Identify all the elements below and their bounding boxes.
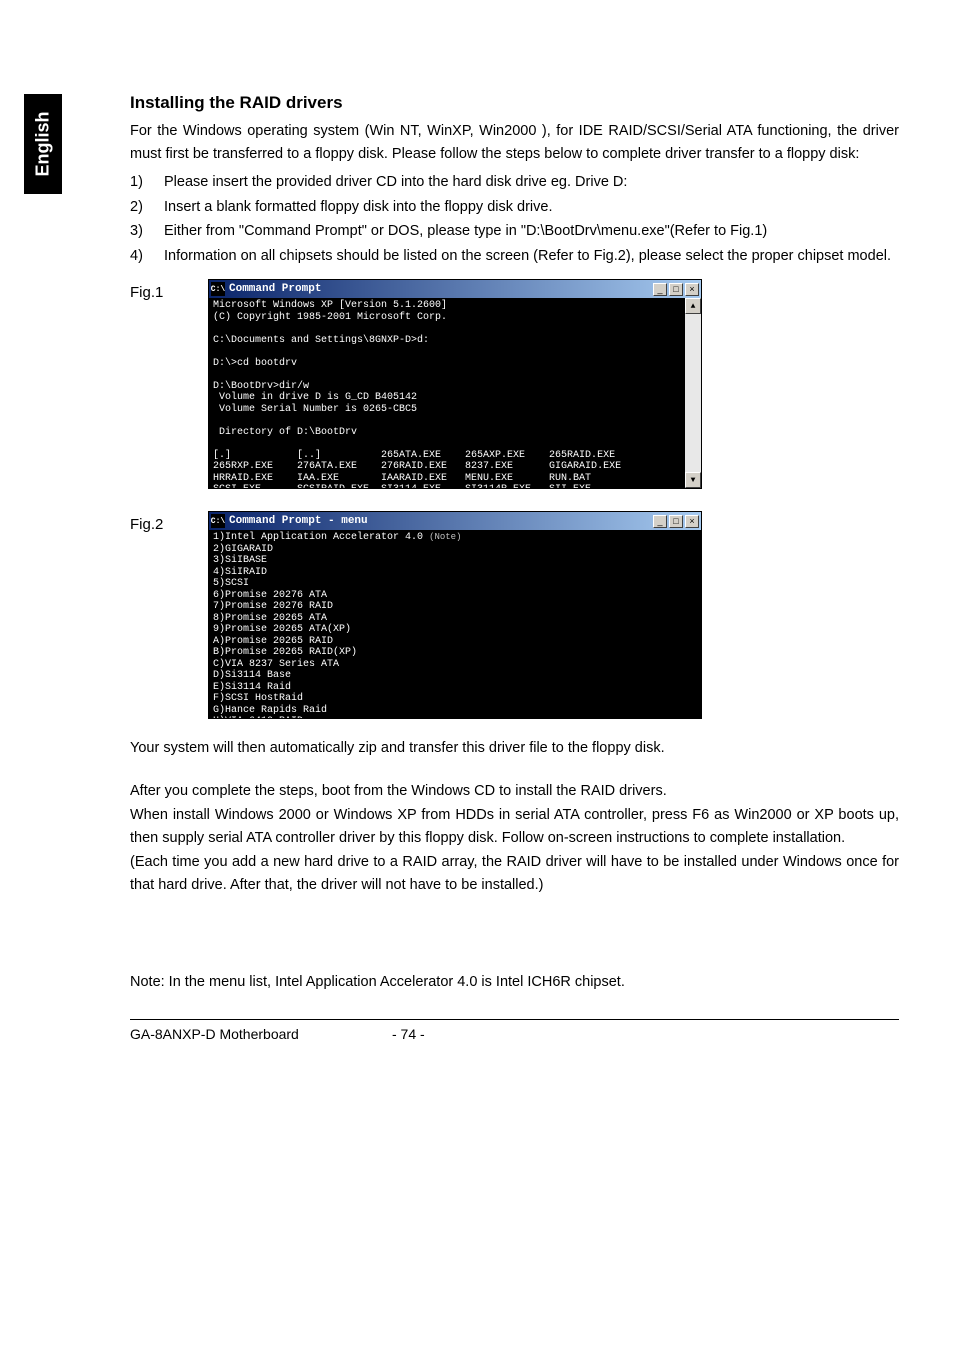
- figure-1-row: Fig.1 C:\ Command Prompt _ □ × Microsoft…: [130, 279, 899, 489]
- step-number: 4): [130, 245, 164, 267]
- figure-1-label: Fig.1: [130, 279, 208, 304]
- titlebar: C:\ Command Prompt - menu _ □ ×: [209, 512, 701, 530]
- scroll-up-button[interactable]: ▲: [685, 298, 701, 314]
- close-button[interactable]: ×: [685, 283, 699, 296]
- window-icon: C:\: [211, 514, 225, 528]
- language-tab: English: [24, 94, 62, 194]
- step-text: Information on all chipsets should be li…: [164, 245, 899, 267]
- list-item: 4) Information on all chipsets should be…: [130, 245, 899, 267]
- menu-rest: 2)GIGARAID 3)SiIBASE 4)SiIRAID 5)SCSI 6)…: [213, 544, 357, 719]
- step-number: 1): [130, 171, 164, 193]
- step-text: Either from "Command Prompt" or DOS, ple…: [164, 220, 899, 242]
- footer-page-number: - 74 -: [392, 1024, 425, 1046]
- minimize-button[interactable]: _: [653, 515, 667, 528]
- language-label: English: [29, 111, 57, 176]
- window-title: Command Prompt: [229, 283, 653, 296]
- scroll-down-button[interactable]: ▼: [685, 472, 701, 488]
- maximize-button[interactable]: □: [669, 283, 683, 296]
- intro-paragraph: For the Windows operating system (Win NT…: [130, 120, 899, 165]
- step-text: Please insert the provided driver CD int…: [164, 171, 899, 193]
- minimize-button[interactable]: _: [653, 283, 667, 296]
- page-root: English Installing the RAID drivers For …: [0, 0, 954, 1352]
- step-number: 2): [130, 196, 164, 218]
- footer-model: GA-8ANXP-D Motherboard: [130, 1024, 392, 1046]
- after-p2: After you complete the steps, boot from …: [130, 780, 899, 802]
- command-prompt-window-1: C:\ Command Prompt _ □ × Microsoft Windo…: [208, 279, 702, 489]
- after-p1: Your system will then automatically zip …: [130, 737, 899, 759]
- list-item: 2) Insert a blank formatted floppy disk …: [130, 196, 899, 218]
- window-controls: _ □ ×: [653, 515, 699, 528]
- terminal-body: Microsoft Windows XP [Version 5.1.2600] …: [209, 298, 701, 488]
- scrollbar[interactable]: ▲ ▼: [685, 298, 701, 488]
- page-footer: GA-8ANXP-D Motherboard - 74 -: [130, 1019, 899, 1046]
- window-icon: C:\: [211, 282, 225, 296]
- footnote: Note: In the menu list, Intel Applicatio…: [130, 971, 899, 993]
- window-controls: _ □ ×: [653, 283, 699, 296]
- command-prompt-window-2: C:\ Command Prompt - menu _ □ × 1)Intel …: [208, 511, 702, 719]
- section-heading: Installing the RAID drivers: [130, 90, 899, 116]
- after-p4: (Each time you add a new hard drive to a…: [130, 851, 899, 896]
- titlebar: C:\ Command Prompt _ □ ×: [209, 280, 701, 298]
- terminal-body: 1)Intel Application Accelerator 4.0 (Not…: [209, 530, 701, 718]
- step-number: 3): [130, 220, 164, 242]
- maximize-button[interactable]: □: [669, 515, 683, 528]
- steps-list: 1) Please insert the provided driver CD …: [130, 171, 899, 267]
- content-area: Installing the RAID drivers For the Wind…: [130, 90, 899, 1046]
- step-text: Insert a blank formatted floppy disk int…: [164, 196, 899, 218]
- menu-note-inline: (Note): [429, 532, 461, 542]
- close-button[interactable]: ×: [685, 515, 699, 528]
- after-p3: When install Windows 2000 or Windows XP …: [130, 804, 899, 849]
- window-title: Command Prompt - menu: [229, 515, 653, 528]
- list-item: 1) Please insert the provided driver CD …: [130, 171, 899, 193]
- after-text-block: Your system will then automatically zip …: [130, 737, 899, 896]
- list-item: 3) Either from "Command Prompt" or DOS, …: [130, 220, 899, 242]
- menu-line-1: 1)Intel Application Accelerator 4.0: [213, 532, 423, 543]
- scroll-track[interactable]: [685, 314, 701, 472]
- terminal-output: Microsoft Windows XP [Version 5.1.2600] …: [213, 300, 621, 488]
- figure-2-label: Fig.2: [130, 511, 208, 536]
- figure-2-row: Fig.2 C:\ Command Prompt - menu _ □ × 1)…: [130, 511, 899, 719]
